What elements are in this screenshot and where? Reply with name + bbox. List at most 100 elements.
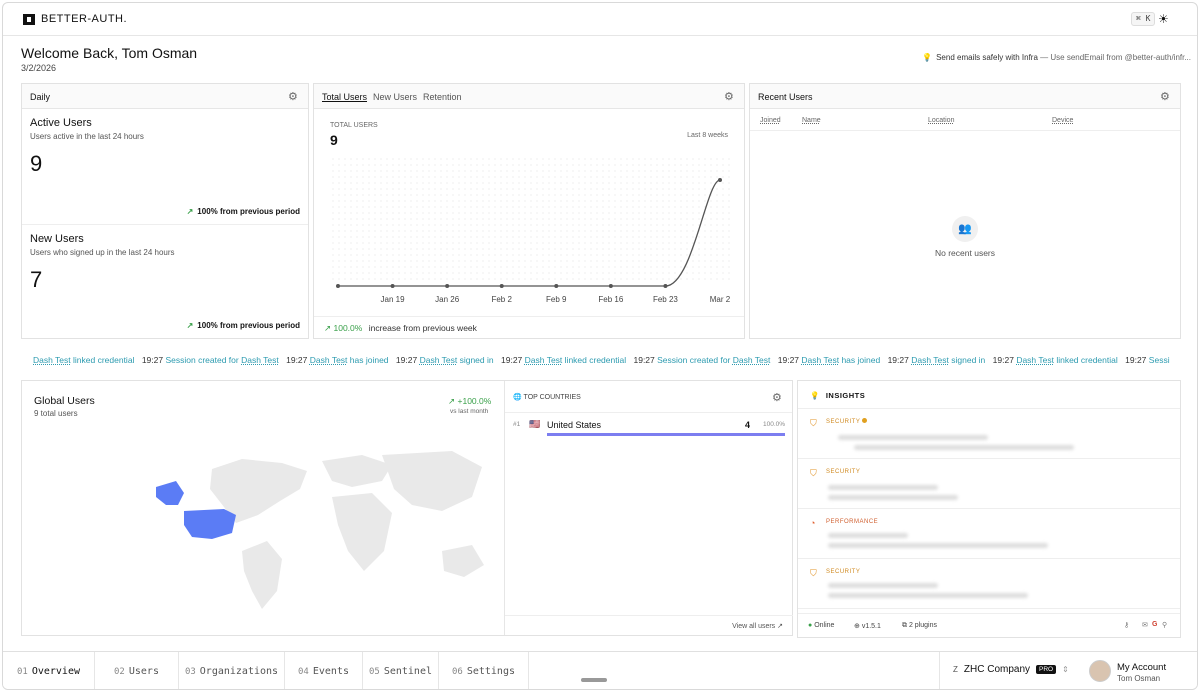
ticker-actor[interactable]: Dash Test	[420, 355, 458, 365]
avatar[interactable]	[1089, 660, 1111, 682]
x-tick-label: Feb 16	[598, 295, 623, 304]
drag-handle[interactable]	[581, 678, 607, 682]
insight-item[interactable]: ⛉ SECURITY	[798, 459, 1180, 509]
version-indicator: ⊕ v1.5.1	[854, 623, 881, 630]
active-users-trend: ↗ 100% from previous period	[187, 207, 300, 216]
data-point[interactable]	[390, 284, 395, 288]
data-point[interactable]	[554, 284, 559, 288]
settings-gear-icon[interactable]: ⚙	[1160, 90, 1172, 103]
settings-gear-icon[interactable]: ⚙	[288, 90, 300, 103]
lightbulb-icon: 💡	[922, 53, 933, 62]
data-point[interactable]	[336, 284, 340, 288]
tab-events[interactable]: 04 Events	[285, 652, 363, 689]
ticker-event: 19:27 Dash Test linked credential	[496, 355, 626, 365]
ticker-text: linked credential	[1056, 355, 1118, 365]
bottom-nav: 01 Overview 02 Users 03 Organizations 04 Events…	[3, 651, 1197, 689]
map-alaska[interactable]	[156, 481, 184, 505]
google-icon[interactable]: G	[1152, 621, 1157, 628]
active-users-title: Active Users	[30, 117, 92, 129]
command-shortcut[interactable]: ⌘ K	[1131, 12, 1156, 26]
org-name: ZHC Company	[963, 664, 1031, 675]
col-name[interactable]: Name	[802, 117, 821, 124]
plugins-indicator[interactable]: ⧉ 2 plugins	[902, 622, 937, 630]
redacted-text	[828, 533, 908, 538]
org-switcher[interactable]: Z ZHC Company PRO ⇕	[953, 664, 1069, 675]
recent-users-empty: No recent users	[935, 248, 995, 258]
brand-name: BETTER-AUTH.	[41, 13, 128, 25]
plan-badge: PRO	[1036, 665, 1057, 674]
ticker-time: 19:27	[633, 355, 655, 365]
chart-range: Last 8 weeks	[687, 132, 728, 139]
tab-settings[interactable]: 06 Settings	[439, 652, 529, 689]
country-pct: 100.0%	[763, 421, 786, 428]
tab-organizations[interactable]: 03 Organizations	[179, 652, 285, 689]
x-tick-label: Feb 23	[653, 295, 678, 304]
map-united-states[interactable]	[184, 509, 236, 539]
data-point[interactable]	[608, 284, 613, 288]
active-trend-text: 100% from previous period	[197, 207, 300, 216]
ticker-target[interactable]: Dash Test	[733, 355, 771, 365]
new-users-card: New Users Users who signed up in the las…	[22, 225, 308, 339]
ticker-actor[interactable]: Dash Test	[911, 355, 949, 365]
col-joined[interactable]: Joined	[760, 117, 781, 124]
recent-users-panel: Recent Users ⚙ Joined Name Location Devi…	[749, 83, 1181, 339]
x-tick-label: Jan 26	[435, 295, 460, 304]
tab-number: 05	[368, 667, 380, 677]
account-label[interactable]: My Account	[1117, 662, 1166, 673]
new-users-value: 7	[30, 267, 43, 292]
data-point[interactable]	[718, 178, 722, 182]
insight-item[interactable]: ◔ PERFORMANCE	[798, 509, 1180, 559]
current-date: 3/2/2026	[21, 63, 57, 73]
tip-banner[interactable]: 💡 Send emails safely with Infra — Use sen…	[922, 53, 1191, 62]
key-icon[interactable]: ⚷	[1124, 621, 1129, 629]
tab-overview[interactable]: 01 Overview	[3, 652, 95, 689]
app-window: BETTER-AUTH. ⌘ K ☀ Welcome Back, Tom Osm…	[2, 2, 1198, 690]
settings-gear-icon[interactable]: ⚙	[772, 391, 784, 404]
ticker-actor[interactable]: Dash Test	[525, 355, 563, 365]
map-south-america	[242, 541, 282, 609]
tab-label: Settings	[466, 666, 515, 677]
tab-total-users[interactable]: Total Users	[322, 92, 367, 102]
tab-sentinel[interactable]: 05 Sentinel	[363, 652, 439, 689]
ticker-actor[interactable]: Dash Test	[33, 355, 71, 365]
ticker-time: 19:27	[141, 355, 164, 365]
ticker-text: Session created for	[165, 355, 239, 365]
ticker-time: 19:27	[887, 355, 909, 365]
daily-panel: Daily ⚙ Active Users Users active in the…	[21, 83, 309, 339]
ticker-target[interactable]: Dash Test	[241, 355, 279, 365]
col-location[interactable]: Location	[928, 117, 954, 124]
insights-footer: ● Online ⊕ v1.5.1 ⧉ 2 plugins ⚷ ✉ G ⚲	[798, 613, 1180, 637]
unread-dot	[862, 418, 867, 423]
mail-icon[interactable]: ✉	[1142, 621, 1148, 629]
us-flag-icon: 🇺🇸	[529, 419, 541, 429]
tab-new-users[interactable]: New Users	[373, 92, 417, 102]
ticker-event: 19:27 Dash Test signed in	[391, 355, 494, 365]
country-bar-fill	[547, 433, 785, 436]
link-icon[interactable]: ⚲	[1162, 621, 1167, 629]
ticker-actor[interactable]: Dash Test	[801, 355, 839, 365]
tab-retention[interactable]: Retention	[423, 92, 462, 102]
ticker-event: 19:27 Session created for Dash Test	[628, 355, 770, 365]
chart-grid	[332, 158, 734, 284]
ticker-actor[interactable]: Dash Test	[1016, 355, 1054, 365]
map-australia	[442, 545, 484, 577]
insight-item[interactable]: ⛉ SECURITY	[798, 559, 1180, 609]
data-point[interactable]	[445, 284, 450, 288]
globe-icon: 🌐	[513, 394, 522, 401]
tab-users[interactable]: 02 Users	[95, 652, 179, 689]
trend-up-icon: ↗	[186, 321, 194, 330]
settings-gear-icon[interactable]: ⚙	[724, 90, 736, 103]
view-all-users-link[interactable]: View all users ↗	[505, 615, 793, 635]
theme-toggle-icon[interactable]: ☀	[1158, 12, 1169, 26]
ticker-text: has joined	[349, 355, 389, 365]
brand-logo[interactable]: BETTER-AUTH.	[23, 13, 127, 25]
data-point[interactable]	[499, 284, 504, 288]
data-point[interactable]	[663, 284, 668, 288]
active-users-value: 9	[30, 151, 43, 176]
x-tick-label: Feb 2	[491, 295, 512, 304]
country-row[interactable]: #1 🇺🇸 United States 4 100.0%	[505, 413, 792, 441]
map-asia	[382, 451, 482, 511]
col-device[interactable]: Device	[1052, 117, 1073, 124]
insight-item[interactable]: ⛉ SECURITY	[798, 409, 1180, 459]
ticker-actor[interactable]: Dash Test	[310, 355, 348, 365]
